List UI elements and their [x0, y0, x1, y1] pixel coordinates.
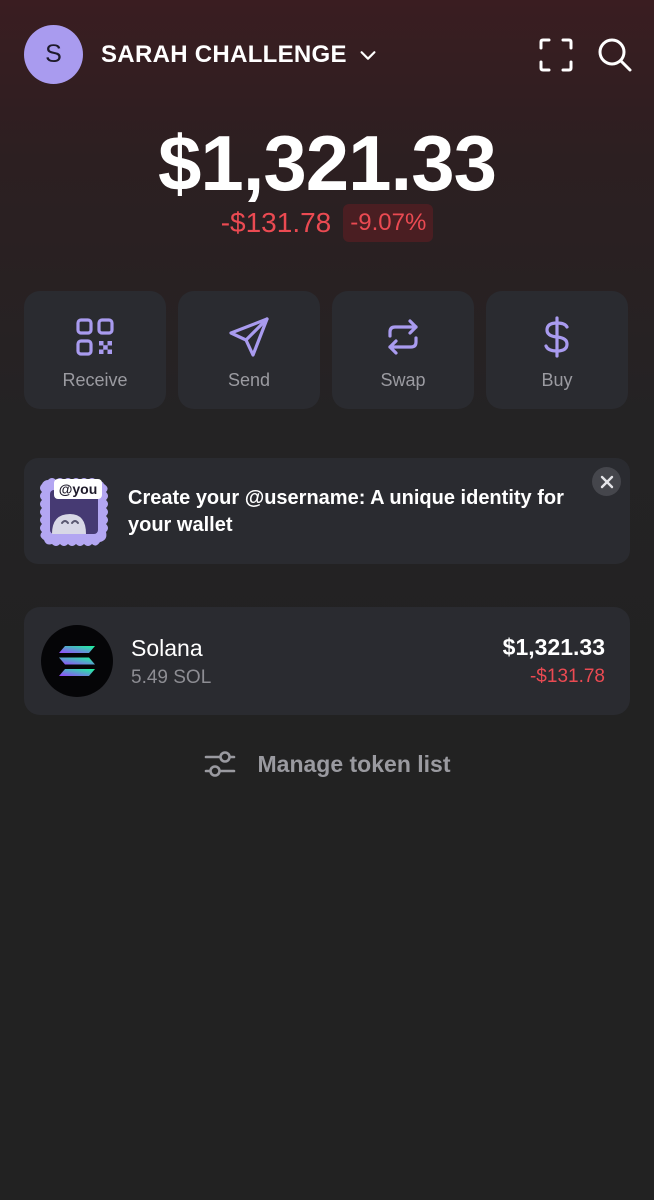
qr-code-icon	[76, 318, 114, 356]
header: S SARAH CHALLENGE	[0, 0, 654, 110]
username-promo-banner[interactable]: @you Create your @username: A unique ide…	[24, 458, 630, 564]
manage-token-list-button[interactable]: Manage token list	[0, 745, 654, 783]
manage-token-list-label: Manage token list	[257, 750, 451, 777]
username-promo-text: Create your @username: A unique identity…	[128, 487, 564, 536]
dollar-icon	[544, 316, 569, 358]
close-icon	[600, 475, 613, 488]
scan-icon[interactable]	[538, 37, 574, 73]
username-promo-illustration: @you	[40, 478, 108, 546]
token-row-solana[interactable]: Solana 5.49 SOL $1,321.33 -$131.78	[24, 607, 630, 715]
account-switcher[interactable]: SARAH CHALLENGE	[101, 38, 379, 72]
token-name: Solana	[131, 635, 203, 661]
swap-icon	[388, 319, 418, 355]
send-button[interactable]: Send	[178, 291, 320, 409]
balance-change-percent-badge: -9.07%	[343, 204, 434, 242]
avatar[interactable]: S	[24, 25, 83, 84]
swap-button[interactable]: Swap	[332, 291, 474, 409]
total-balance: $1,321.33	[157, 119, 497, 207]
token-amount: 5.49 SOL	[131, 667, 212, 688]
username-promo-illustration-label: @you	[59, 481, 98, 497]
buy-button[interactable]: Buy	[486, 291, 628, 409]
balance-change-amount: -$131.78	[220, 207, 332, 238]
send-icon	[229, 317, 269, 357]
receive-button[interactable]: Receive	[24, 291, 166, 409]
sliders-icon	[204, 751, 235, 777]
swap-label: Swap	[380, 370, 426, 390]
send-label: Send	[227, 370, 271, 390]
account-name: SARAH CHALLENGE	[101, 41, 347, 68]
buy-label: Buy	[541, 370, 573, 390]
banner-close-button[interactable]	[592, 467, 621, 496]
balance-change: -$131.78 -9.07%	[0, 204, 654, 242]
search-icon[interactable]	[597, 37, 633, 73]
chevron-down-icon	[360, 51, 376, 60]
solana-logo-icon	[41, 625, 113, 697]
token-value: $1,321.33	[502, 634, 605, 660]
action-buttons: Receive Send Swap Buy	[24, 291, 630, 409]
token-change: -$131.78	[529, 666, 605, 687]
receive-label: Receive	[62, 370, 128, 390]
